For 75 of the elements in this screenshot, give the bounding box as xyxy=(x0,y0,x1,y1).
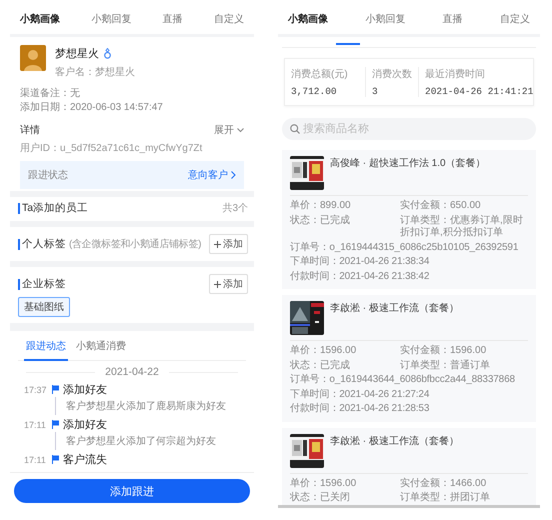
status-label: 跟进状态 xyxy=(28,168,68,182)
expand-link[interactable]: 展开 xyxy=(214,123,244,137)
summary-label: 消费总额(元) xyxy=(291,68,348,81)
avatar xyxy=(20,45,46,71)
section-title: 个人标签 xyxy=(18,238,66,250)
section-note: (含企微标签和小鹅通店铺标签) xyxy=(69,238,202,251)
event-text: 客户梦想星火添加了何宗超为好友 xyxy=(66,436,216,447)
event-time: 17:37 xyxy=(24,384,48,394)
event-text: 客户梦想星火添加了鹿易斯康为好友 xyxy=(66,401,226,412)
order-field: 实付金额：1466.00 xyxy=(400,478,528,490)
tab[interactable]: 小鹅回复 xyxy=(361,5,410,35)
event-title: 添加好友 xyxy=(63,418,107,432)
chevron-down-icon xyxy=(237,128,244,132)
product-title: 李啟淞 · 极速工作流（套餐） xyxy=(330,434,459,448)
order-field: 单价：1596.00 xyxy=(290,478,394,490)
tab[interactable]: 自定义 xyxy=(210,5,248,35)
order-field: 实付金额：650.00 xyxy=(400,200,528,212)
chevron-right-icon xyxy=(231,171,236,179)
tab[interactable]: 跟进动态 xyxy=(24,335,68,361)
tag-chip: 基础图纸 xyxy=(18,297,70,317)
summary-label: 消费次数 xyxy=(372,68,412,81)
event-title: 客户流失 xyxy=(63,452,107,467)
product-title: 李啟淞 · 极速工作流（套餐） xyxy=(330,302,459,315)
plus-icon xyxy=(214,240,221,248)
event-time: 17:11 xyxy=(24,420,47,430)
search-icon xyxy=(290,124,300,134)
order-field: 下单时间：2021-04-26 21:38:34 xyxy=(290,256,430,268)
ring-icon xyxy=(104,48,111,59)
customer-name: 梦想星火 xyxy=(55,46,99,61)
add-follow-up-button[interactable]: 添加跟进 xyxy=(14,479,250,503)
flag-icon xyxy=(52,455,59,464)
user-id: 用户ID：u_5d7f52a71c61c_myCfwYg7Zt xyxy=(19,142,204,155)
summary-value: 3 xyxy=(372,86,378,97)
order-field: 订单类型：拼团订单 xyxy=(400,492,528,504)
product-title: 高俊峰 · 超快速工作法 1.0（套餐） xyxy=(330,156,486,170)
staff-count: 共3个 xyxy=(222,202,248,215)
summary-label: 最近消费时间 xyxy=(425,68,485,81)
customer-label: 客户名：梦想星火 xyxy=(55,66,135,79)
tab[interactable]: 自定义 xyxy=(496,5,534,35)
tab[interactable]: 小鹅通消费 xyxy=(74,335,128,361)
order-field: 订单号：o_1619443644_6086bfbcc2a44_88337868 xyxy=(290,374,515,386)
order-field: 订单类型：普通订单 xyxy=(400,360,528,372)
order-field: 单价：899.00 xyxy=(290,200,394,212)
details-title: 详情 xyxy=(20,124,40,137)
order-field: 下单时间：2021-04-26 21:27:24 xyxy=(290,388,430,401)
order-field: 状态：已完成 xyxy=(290,214,394,240)
info-text: 渠道备注：无 xyxy=(20,87,80,101)
status-link[interactable]: 意向客户 xyxy=(188,168,236,182)
tab[interactable]: 直播 xyxy=(438,5,467,35)
order-field: 付款时间：2021-04-26 21:28:53 xyxy=(290,403,430,416)
section-title: 企业标签 xyxy=(18,278,66,290)
event-title: 添加好友 xyxy=(63,383,107,397)
summary-value: 3,712.00 xyxy=(291,86,337,97)
order-field: 单价：1596.00 xyxy=(290,345,394,358)
tab[interactable]: 小鹅回复 xyxy=(87,5,136,35)
order-field: 状态：已完成 xyxy=(290,360,394,372)
order-field: 状态：已关闭 xyxy=(290,492,394,504)
order-field: 付款时间：2021-04-26 21:38:42 xyxy=(290,270,430,283)
tab[interactable]: 直播 xyxy=(158,5,187,35)
plus-icon xyxy=(214,280,221,288)
section-title: Ta添加的员工 xyxy=(18,202,88,214)
add-button[interactable]: 添加 xyxy=(209,234,248,254)
tab[interactable]: 小鹅画像 xyxy=(284,5,332,35)
order-field: 订单类型：优惠券订单,限时折扣订单,积分抵扣订单 xyxy=(400,214,528,240)
search-field[interactable]: 搜索商品名称 xyxy=(282,118,536,140)
date-label: 2021-04-22 xyxy=(105,366,159,378)
flag-icon xyxy=(52,420,59,429)
event-time: 17:11 xyxy=(24,454,47,464)
add-button[interactable]: 添加 xyxy=(209,274,248,294)
flag-icon xyxy=(52,385,59,394)
summary-value: 2021-04-26 21:41:21 xyxy=(425,86,534,97)
order-field: 订单号：o_1619444315_6086c25b10105_26392591 xyxy=(290,242,518,254)
tab[interactable]: 小鹅画像 xyxy=(16,5,64,35)
order-field: 实付金额：1596.00 xyxy=(400,345,528,358)
info-text: 添加日期：2020-06-03 14:57:47 xyxy=(20,101,163,115)
